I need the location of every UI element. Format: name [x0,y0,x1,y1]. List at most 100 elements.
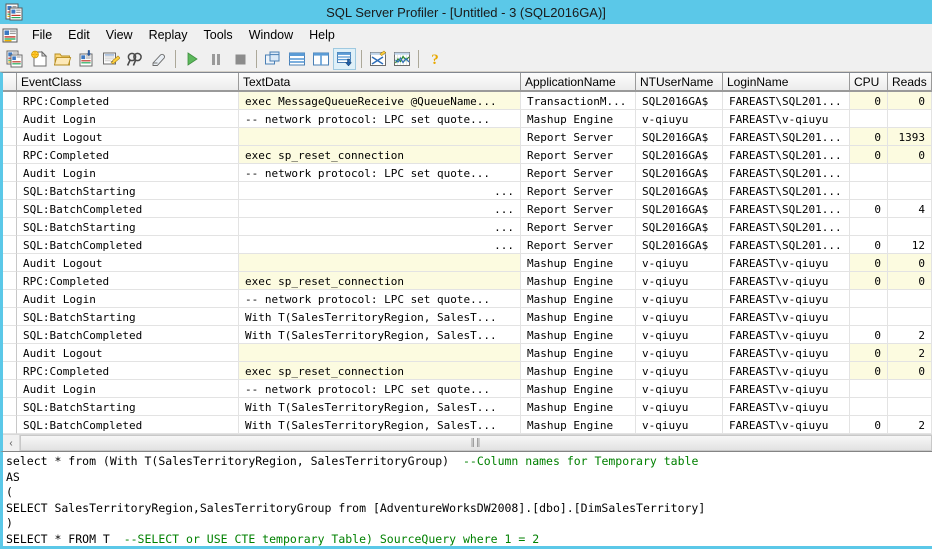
group-split-icon[interactable] [309,48,332,70]
group-single-icon[interactable] [285,48,308,70]
row-selector-cell[interactable] [3,380,17,398]
scroll-track[interactable]: ‖‖ [20,435,932,451]
performance-log-icon[interactable] [390,48,413,70]
sql-text-pane[interactable]: select * from (With T(SalesTerritoryRegi… [0,451,932,549]
table-row[interactable]: Audit Login -- network protocol: LPC set … [3,164,932,182]
cell-applicationname: Mashup Engine [521,362,636,380]
stop-trace-icon[interactable] [228,48,251,70]
trace-properties-icon[interactable] [99,48,122,70]
row-selector-cell[interactable] [3,344,17,362]
scroll-thumb-grip: ‖‖ [470,438,482,448]
row-selector-cell[interactable] [3,416,17,434]
row-selector-cell[interactable] [3,326,17,344]
save-trace-icon[interactable] [75,48,98,70]
table-row[interactable]: SQL:BatchStarting... Report Server SQL2016… [3,182,932,200]
table-row[interactable]: SQL:BatchCompleted With T(SalesTerritoryR… [3,326,932,344]
auto-scroll-icon[interactable] [261,48,284,70]
scroll-thumb[interactable]: ‖‖ [20,435,932,451]
table-row[interactable]: Audit Logout Report Server SQL2016GA$ FAREA… [3,128,932,146]
new-trace-icon[interactable] [3,48,26,70]
cell-loginname: FAREAST\SQL201... [723,236,850,254]
cell-cpu: 0 [850,254,888,272]
column-header-reads[interactable]: Reads [888,73,932,91]
column-header-ntusername[interactable]: NTUserName [636,73,723,91]
grid-body[interactable]: RPC:Completed exec MessageQueueReceive @Q… [3,92,932,434]
cell-loginname: FAREAST\v-qiuyu [723,380,850,398]
menu-file[interactable]: File [24,26,60,44]
cell-ntusername: v-qiuyu [636,416,723,434]
cell-reads [888,398,932,416]
table-row[interactable]: SQL:BatchStarting... Report Server SQL2016… [3,218,932,236]
row-selector-cell[interactable] [3,128,17,146]
row-selector-cell[interactable] [3,398,17,416]
grid-header-row: EventClass TextData ApplicationName NTUs… [3,73,932,92]
cell-eventclass: SQL:BatchCompleted [17,326,239,344]
cell-cpu: 0 [850,326,888,344]
help-icon[interactable]: ? [423,48,446,70]
column-header-applicationname[interactable]: ApplicationName [521,73,636,91]
table-row[interactable]: SQL:BatchStarting With T(SalesTerritoryRe… [3,308,932,326]
start-trace-icon[interactable] [180,48,203,70]
table-row[interactable]: RPC:Completed exec sp_reset_connection Rep… [3,146,932,164]
menu-edit[interactable]: Edit [60,26,98,44]
column-header-textdata[interactable]: TextData [239,73,521,91]
row-selector-cell[interactable] [3,146,17,164]
row-selector-cell[interactable] [3,218,17,236]
column-header-cpu[interactable]: CPU [850,73,888,91]
row-selector-cell[interactable] [3,272,17,290]
row-selector-cell[interactable] [3,92,17,110]
row-selector-cell[interactable] [3,182,17,200]
find-icon[interactable] [123,48,146,70]
cell-cpu [850,308,888,326]
table-row[interactable]: Audit Logout Mashup Engine v-qiuyu FAREAST\… [3,344,932,362]
menu-tools[interactable]: Tools [196,26,241,44]
cell-ntusername: SQL2016GA$ [636,200,723,218]
cell-loginname: FAREAST\SQL201... [723,164,850,182]
clear-trace-icon[interactable] [147,48,170,70]
menu-help[interactable]: Help [301,26,343,44]
row-selector-cell[interactable] [3,236,17,254]
query-analyzer-icon[interactable] [366,48,389,70]
profiler-window-icon[interactable] [2,26,22,44]
sql-line: ) [6,516,13,530]
column-header-selector[interactable] [3,73,17,91]
cell-reads: 1393 [888,128,932,146]
open-trace-file-icon[interactable] [51,48,74,70]
table-row[interactable]: RPC:Completed exec sp_reset_connection Mas… [3,272,932,290]
table-row[interactable]: SQL:BatchCompleted... Report Server SQL201… [3,236,932,254]
row-selector-cell[interactable] [3,200,17,218]
menu-replay[interactable]: Replay [141,26,196,44]
grid-horizontal-scrollbar[interactable]: ‹ ‖‖ [3,434,932,451]
table-row[interactable]: SQL:BatchCompleted With T(SalesTerritoryR… [3,416,932,434]
cell-reads: 2 [888,326,932,344]
row-selector-cell[interactable] [3,290,17,308]
row-selector-cell[interactable] [3,110,17,128]
cell-reads: 4 [888,200,932,218]
row-selector-cell[interactable] [3,254,17,272]
show-aggregated-icon[interactable] [333,47,356,70]
table-row[interactable]: Audit Login -- network protocol: LPC set … [3,290,932,308]
cell-textdata: With T(SalesTerritoryRegion, SalesT... [239,326,521,344]
cell-eventclass: Audit Logout [17,254,239,272]
row-selector-cell[interactable] [3,164,17,182]
profiler-app-icon [5,3,23,21]
menu-window[interactable]: Window [241,26,301,44]
trace-template-icon[interactable] [27,48,50,70]
table-row[interactable]: SQL:BatchStarting With T(SalesTerritoryRe… [3,398,932,416]
pause-trace-icon[interactable] [204,48,227,70]
table-row[interactable]: RPC:Completed exec sp_reset_connection Mas… [3,362,932,380]
column-header-eventclass[interactable]: EventClass [17,73,239,91]
table-row[interactable]: SQL:BatchCompleted... Report Server SQL201… [3,200,932,218]
table-row[interactable]: Audit Login -- network protocol: LPC set … [3,110,932,128]
column-header-loginname[interactable]: LoginName [723,73,850,91]
cell-cpu: 0 [850,362,888,380]
scroll-left-icon[interactable]: ‹ [3,435,20,451]
row-selector-cell[interactable] [3,362,17,380]
table-row[interactable]: Audit Logout Mashup Engine v-qiuyu FAREAST\… [3,254,932,272]
cell-cpu: 0 [850,416,888,434]
table-row[interactable]: Audit Login -- network protocol: LPC set … [3,380,932,398]
cell-cpu: 0 [850,200,888,218]
table-row[interactable]: RPC:Completed exec MessageQueueReceive @Q… [3,92,932,110]
menu-view[interactable]: View [98,26,141,44]
row-selector-cell[interactable] [3,308,17,326]
